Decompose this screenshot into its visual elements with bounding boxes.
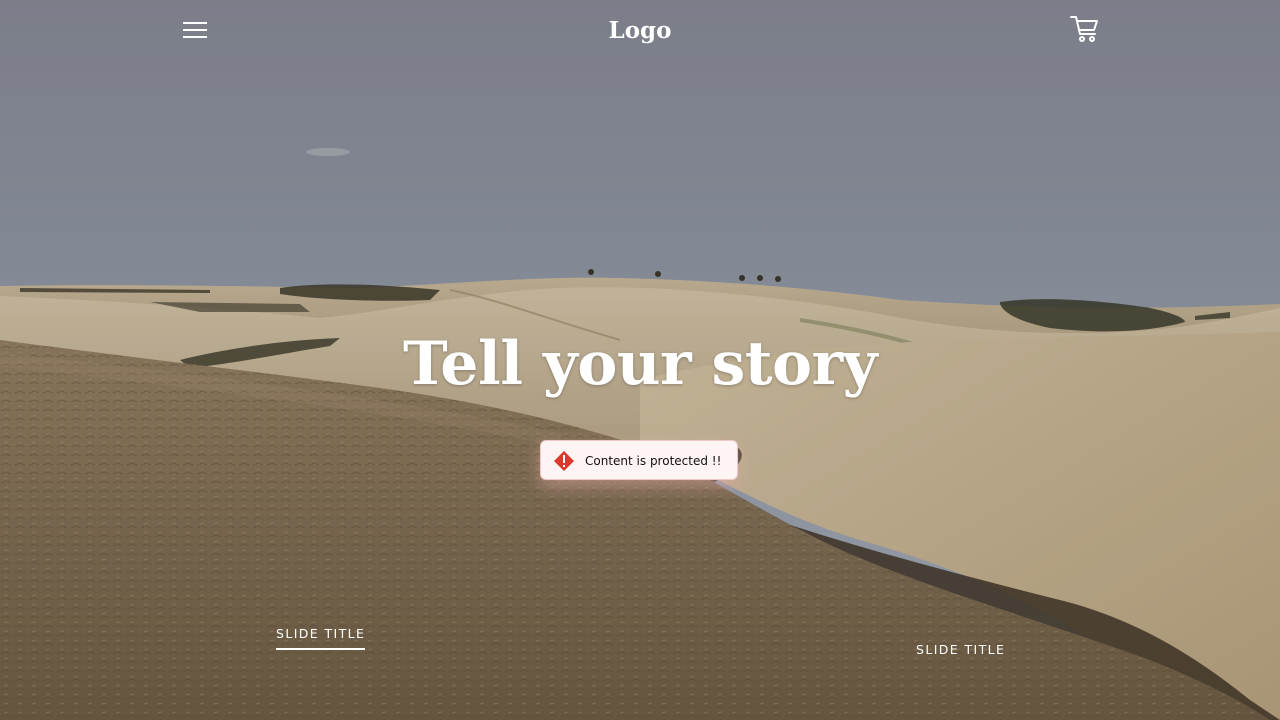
site-logo[interactable]: Logo (540, 14, 740, 48)
hamburger-menu-icon-bar (183, 29, 207, 31)
cart-button[interactable] (1068, 12, 1102, 46)
warning-diamond-icon (554, 451, 574, 471)
hero-slideshow: Logo Tell your story Content is protecte… (0, 0, 1280, 720)
slide-title-tab-2[interactable]: SLIDE TITLE (916, 641, 1005, 659)
toast-message: Content is protected !! (585, 454, 722, 468)
menu-button[interactable] (180, 18, 210, 42)
hamburger-menu-icon-bar (183, 36, 207, 38)
hamburger-menu-icon (183, 22, 207, 24)
hero-headline: Tell your story (403, 329, 877, 399)
site-header: Logo (0, 0, 1280, 62)
protection-toast: Content is protected !! (540, 440, 738, 480)
slide-title-tab-1[interactable]: SLIDE TITLE (276, 625, 366, 650)
shopping-cart-icon (1070, 16, 1098, 42)
